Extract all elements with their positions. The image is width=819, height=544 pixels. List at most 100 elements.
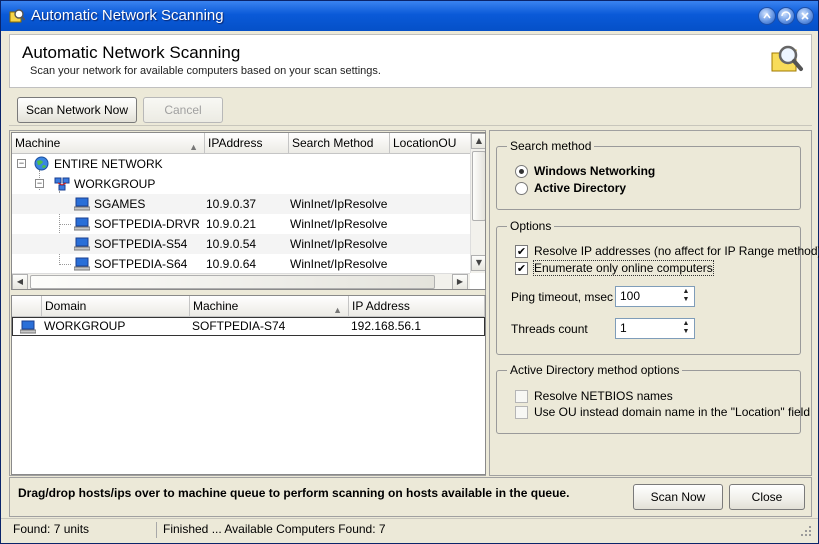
column-locationou-label: LocationOU	[393, 136, 457, 150]
column-machine[interactable]: Machine ▲	[12, 133, 205, 154]
cell-machine: SOFTPEDIA-S54	[94, 237, 188, 251]
tree-row-workgroup[interactable]: − WORKGROUP	[12, 174, 472, 194]
column-domain-label: Domain	[45, 299, 87, 313]
drag-drop-hint: Drag/drop hosts/ips over to machine queu…	[18, 486, 570, 500]
cell-machine: SGAMES	[94, 197, 146, 211]
cell-method: WinInet/IpResolve	[290, 257, 388, 271]
column-ip-address[interactable]: IP Address	[349, 296, 485, 317]
horizontal-scrollbar[interactable]: ◀ ▶	[12, 273, 470, 289]
header-panel: Automatic Network Scanning Scan your net…	[9, 34, 812, 88]
cell-method: WinInet/IpResolve	[290, 217, 388, 231]
computer-icon	[20, 320, 36, 334]
table-row[interactable]: SOFTPEDIA-S64 10.9.0.64 WinInet/IpResolv…	[12, 254, 472, 274]
search-method-group: Search method Windows Networking Active …	[496, 139, 801, 210]
page-title: Automatic Network Scanning	[22, 43, 241, 62]
column-search-method-label: Search Method	[292, 136, 374, 150]
scroll-thumb[interactable]	[30, 275, 435, 289]
cell-ip: 192.168.56.1	[351, 319, 422, 333]
spinner-arrows-icon[interactable]: ▲ ▼	[681, 320, 691, 337]
machines-pane: Machine ▲ IPAddress Search Method Locati…	[9, 130, 486, 476]
vertical-scrollbar[interactable]: ▲ ▼	[470, 133, 485, 273]
threads-count-stepper[interactable]: 1 ▲ ▼	[615, 318, 695, 339]
column-locationou[interactable]: LocationOU	[390, 133, 472, 154]
close-label: Close	[751, 490, 783, 504]
cell-method: WinInet/IpResolve	[290, 237, 388, 251]
spinner-arrows-icon[interactable]: ▲ ▼	[681, 288, 691, 305]
column-ipaddress[interactable]: IPAddress	[205, 133, 289, 154]
windows-networking-label: Windows Networking	[534, 164, 656, 178]
use-ou-checkbox[interactable]	[515, 406, 528, 419]
cell-ip: 10.9.0.64	[206, 257, 257, 271]
scroll-thumb[interactable]	[472, 151, 485, 221]
table-row[interactable]: SOFTPEDIA-S54 10.9.0.54 WinInet/IpResolv…	[12, 234, 472, 254]
scroll-left-icon[interactable]: ◀	[12, 274, 28, 289]
enumerate-online-label: Enumerate only online computers	[533, 260, 714, 276]
scroll-right-icon[interactable]: ▶	[452, 274, 468, 289]
ping-timeout-label: Ping timeout, msec	[511, 290, 614, 304]
page-subtitle: Scan your network for available computer…	[30, 65, 381, 77]
tree-grid-header: Machine ▲ IPAddress Search Method Locati…	[12, 133, 472, 154]
tree-row-root[interactable]: − ENTIRE NETWORK	[12, 154, 472, 174]
machine-queue-grid[interactable]: Domain Machine ▲ IP Address WORKGROUP SO…	[11, 295, 486, 475]
status-message: Finished ... Available Computers Found: …	[163, 522, 386, 536]
resize-grip-icon[interactable]	[800, 525, 812, 537]
collapse-icon[interactable]: −	[35, 179, 44, 188]
table-row[interactable]: WORKGROUP SOFTPEDIA-S74 192.168.56.1	[12, 317, 485, 336]
app-window: Automatic Network Scanning Automatic Net…	[0, 0, 819, 544]
cancel-label: Cancel	[164, 103, 202, 117]
cell-machine: SOFTPEDIA-DRVR	[94, 217, 200, 231]
enumerate-online-checkbox[interactable]: ✔	[515, 262, 528, 275]
minimize-icon[interactable]	[777, 7, 795, 25]
app-icon	[9, 9, 25, 23]
computer-icon	[74, 237, 90, 251]
active-directory-radio[interactable]	[515, 182, 528, 195]
scroll-up-icon[interactable]: ▲	[471, 133, 485, 149]
sort-up-icon: ▲	[189, 142, 198, 152]
status-divider	[156, 522, 157, 538]
computer-icon	[74, 217, 90, 231]
scroll-down-icon[interactable]: ▼	[471, 255, 485, 271]
table-row[interactable]: SGAMES 10.9.0.37 WinInet/IpResolve	[12, 194, 472, 214]
column-ip-address-label: IP Address	[352, 299, 410, 313]
cell-method: WinInet/IpResolve	[290, 197, 388, 211]
ad-options-title: Active Directory method options	[507, 363, 683, 377]
column-ipaddress-label: IPAddress	[208, 136, 263, 150]
cell-ip: 10.9.0.37	[206, 197, 257, 211]
help-icon[interactable]	[758, 7, 776, 25]
tree-workgroup-label: WORKGROUP	[74, 177, 156, 191]
cancel-button[interactable]: Cancel	[143, 97, 223, 123]
windows-networking-radio[interactable]	[515, 165, 528, 178]
scan-network-now-button[interactable]: Scan Network Now	[17, 97, 137, 123]
status-found: Found: 7 units	[13, 522, 90, 536]
close-icon[interactable]	[796, 7, 814, 25]
column-machine[interactable]: Machine ▲	[190, 296, 349, 317]
network-tree-grid[interactable]: Machine ▲ IPAddress Search Method Locati…	[11, 132, 486, 290]
computer-icon	[74, 197, 90, 211]
status-bar: Found: 7 units Finished ... Available Co…	[1, 518, 818, 543]
options-title: Options	[507, 219, 555, 233]
resolve-netbios-checkbox[interactable]	[515, 390, 528, 403]
cell-machine: SOFTPEDIA-S74	[192, 319, 286, 333]
threads-count-label: Threads count	[511, 322, 588, 336]
window-title: Automatic Network Scanning	[31, 7, 224, 24]
resolve-ip-checkbox[interactable]: ✔	[515, 245, 528, 258]
cell-machine: SOFTPEDIA-S64	[94, 257, 188, 271]
collapse-icon[interactable]: −	[17, 159, 26, 168]
title-bar[interactable]: Automatic Network Scanning	[1, 1, 818, 31]
settings-pane: Search method Windows Networking Active …	[489, 130, 819, 476]
column-search-method[interactable]: Search Method	[289, 133, 390, 154]
resolve-netbios-label: Resolve NETBIOS names	[534, 389, 673, 403]
table-row[interactable]: SOFTPEDIA-DRVR 10.9.0.21 WinInet/IpResol…	[12, 214, 472, 234]
cell-ip: 10.9.0.54	[206, 237, 257, 251]
column-domain[interactable]: Domain	[42, 296, 190, 317]
ping-timeout-stepper[interactable]: 100 ▲ ▼	[615, 286, 695, 307]
column-icon	[12, 296, 42, 317]
search-method-title: Search method	[507, 139, 595, 153]
scan-network-now-label: Scan Network Now	[25, 103, 129, 117]
network-search-icon	[771, 45, 803, 72]
globe-icon	[34, 156, 49, 171]
scan-now-button[interactable]: Scan Now	[633, 484, 723, 510]
close-button[interactable]: Close	[729, 484, 805, 510]
sort-up-icon: ▲	[333, 305, 342, 315]
computer-icon	[74, 257, 90, 271]
